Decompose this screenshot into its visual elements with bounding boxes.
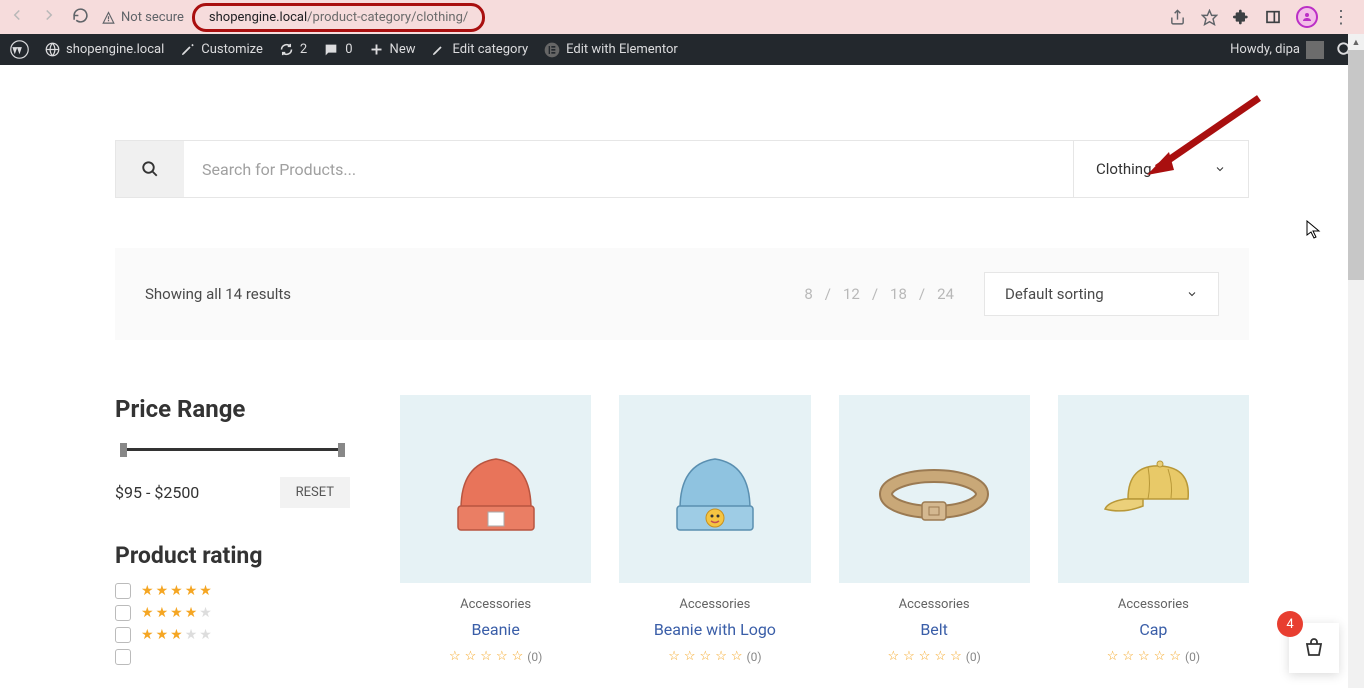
product-name[interactable]: Beanie with Logo <box>619 620 810 639</box>
product-search-bar: Clothing <box>115 140 1249 198</box>
rating-4[interactable]: ★★★★★ <box>115 605 350 621</box>
product-category[interactable]: Accessories <box>400 597 591 612</box>
edit-category-link[interactable]: Edit category <box>431 42 528 57</box>
product-category[interactable]: Accessories <box>1058 597 1249 612</box>
back-button[interactable] <box>8 6 26 28</box>
rating-3[interactable]: ★★★★★ <box>115 627 350 643</box>
customize-link[interactable]: Customize <box>180 42 263 57</box>
kebab-menu-icon[interactable]: ⋮ <box>1332 7 1350 28</box>
browser-toolbar: Not secure shopengine.local/product-cate… <box>0 0 1364 34</box>
filter-sidebar: Price Range $95 - $2500 RESET Product ra… <box>115 395 350 671</box>
product-image[interactable] <box>619 395 810 583</box>
product-category[interactable]: Accessories <box>619 597 810 612</box>
wp-logo[interactable] <box>10 40 29 59</box>
url-bar[interactable]: shopengine.local/product-category/clothi… <box>192 3 485 32</box>
comments-link[interactable]: 0 <box>323 42 352 58</box>
category-select[interactable]: Clothing <box>1073 141 1248 197</box>
reload-button[interactable] <box>72 7 89 28</box>
product-rating: ☆☆☆☆☆ (0) <box>400 649 591 664</box>
product-card: Accessories Belt ☆☆☆☆☆ (0) <box>839 395 1030 671</box>
per-page-options: 8 / 12 / 18 / 24 <box>804 285 954 303</box>
product-rating: ☆☆☆☆☆ (0) <box>839 649 1030 664</box>
cart-count-badge: 4 <box>1277 611 1303 637</box>
price-slider[interactable] <box>115 441 350 459</box>
product-rating-title: Product rating <box>115 542 350 569</box>
profile-avatar[interactable] <box>1296 6 1318 28</box>
new-link[interactable]: New <box>369 42 416 57</box>
extensions-icon[interactable] <box>1232 8 1250 26</box>
updates-link[interactable]: 2 <box>279 42 307 57</box>
search-input[interactable] <box>184 141 1073 197</box>
product-image[interactable] <box>839 395 1030 583</box>
bookmark-star-icon[interactable] <box>1200 8 1218 26</box>
price-range-title: Price Range <box>115 395 350 423</box>
per-page-24[interactable]: 24 <box>937 285 954 303</box>
product-card: Accessories Beanie with Logo ☆☆☆☆☆ (0) <box>619 395 810 671</box>
product-name[interactable]: Cap <box>1058 620 1249 639</box>
reset-button[interactable]: RESET <box>280 477 350 508</box>
sort-select[interactable]: Default sorting <box>984 272 1219 316</box>
product-card: Accessories Cap ☆☆☆☆☆ (0) <box>1058 395 1249 671</box>
per-page-8[interactable]: 8 <box>804 285 812 303</box>
product-image[interactable] <box>400 395 591 583</box>
rating-5[interactable]: ★★★★★ <box>115 583 350 599</box>
product-image[interactable] <box>1058 395 1249 583</box>
results-count: Showing all 14 results <box>145 285 291 303</box>
per-page-18[interactable]: 18 <box>890 285 907 303</box>
product-category[interactable]: Accessories <box>839 597 1030 612</box>
product-rating: ☆☆☆☆☆ (0) <box>619 649 810 664</box>
rating-2[interactable] <box>115 649 350 665</box>
vertical-scrollbar[interactable]: ▲ <box>1348 34 1364 688</box>
product-card: Accessories Beanie ☆☆☆☆☆ (0) <box>400 395 591 671</box>
search-icon[interactable] <box>116 141 184 197</box>
share-icon[interactable] <box>1168 8 1186 26</box>
security-indicator[interactable]: Not secure <box>101 10 184 25</box>
edit-elementor-link[interactable]: Edit with Elementor <box>544 42 678 58</box>
howdy-user[interactable]: Howdy, dipa <box>1230 41 1324 59</box>
cart-button[interactable]: 4 <box>1289 623 1339 673</box>
results-toolbar: Showing all 14 results 8 / 12 / 18 / 24 … <box>115 248 1249 340</box>
forward-button[interactable] <box>40 6 58 28</box>
product-rating: ☆☆☆☆☆ (0) <box>1058 649 1249 664</box>
site-name-link[interactable]: shopengine.local <box>45 42 164 57</box>
panel-icon[interactable] <box>1264 8 1282 26</box>
wp-admin-bar: shopengine.local Customize 2 0 New Edit … <box>0 34 1364 65</box>
product-name[interactable]: Beanie <box>400 620 591 639</box>
per-page-12[interactable]: 12 <box>843 285 860 303</box>
price-range-value: $95 - $2500 <box>115 483 199 502</box>
product-name[interactable]: Belt <box>839 620 1030 639</box>
product-grid: Accessories Beanie ☆☆☆☆☆ (0) Accessories… <box>400 395 1249 671</box>
